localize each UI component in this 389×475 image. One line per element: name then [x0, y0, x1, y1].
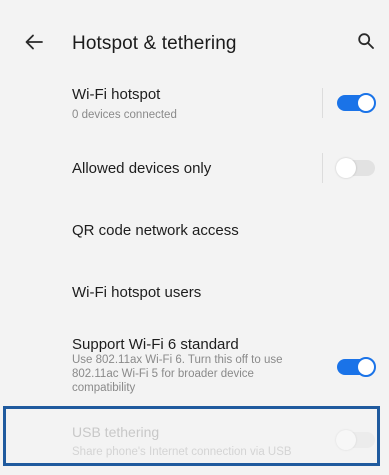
qr-code-title: QR code network access [72, 222, 239, 239]
highlight-box [3, 406, 380, 466]
wifi6-title: Support Wi-Fi 6 standard [72, 336, 239, 353]
wifi6-subtitle: Use 802.11ax Wi-Fi 6. Turn this off to u… [72, 354, 283, 394]
wifi-hotspot-toggle[interactable] [335, 92, 377, 114]
toggle-thumb [356, 357, 376, 377]
search-icon [358, 33, 374, 49]
toggle-thumb [356, 93, 376, 113]
back-button[interactable] [22, 30, 46, 54]
top-app-bar: Hotspot & tethering [0, 0, 389, 76]
divider [322, 88, 323, 118]
toggle-thumb [336, 158, 356, 178]
divider [322, 153, 323, 183]
settings-screen: Hotspot & tethering Wi-Fi hotspot 0 devi… [0, 0, 389, 475]
allowed-devices-toggle[interactable] [335, 157, 377, 179]
wifi-hotspot-subtitle: 0 devices connected [72, 109, 177, 121]
arrow-back-icon [25, 34, 43, 50]
hotspot-users-title: Wi-Fi hotspot users [72, 284, 202, 301]
search-button[interactable] [357, 32, 375, 50]
allowed-devices-title: Allowed devices only [72, 160, 212, 177]
page-title: Hotspot & tethering [72, 33, 237, 54]
wifi6-row[interactable]: Support Wi-Fi 6 standard Use 802.11ax Wi… [0, 330, 389, 402]
allowed-devices-row[interactable]: Allowed devices only [0, 142, 389, 194]
wifi-hotspot-row[interactable]: Wi-Fi hotspot 0 devices connected [0, 76, 389, 134]
qr-code-row[interactable]: QR code network access [0, 208, 389, 254]
hotspot-users-row[interactable]: Wi-Fi hotspot users [0, 270, 389, 316]
wifi6-toggle[interactable] [335, 356, 377, 378]
wifi-hotspot-title: Wi-Fi hotspot [72, 86, 161, 103]
